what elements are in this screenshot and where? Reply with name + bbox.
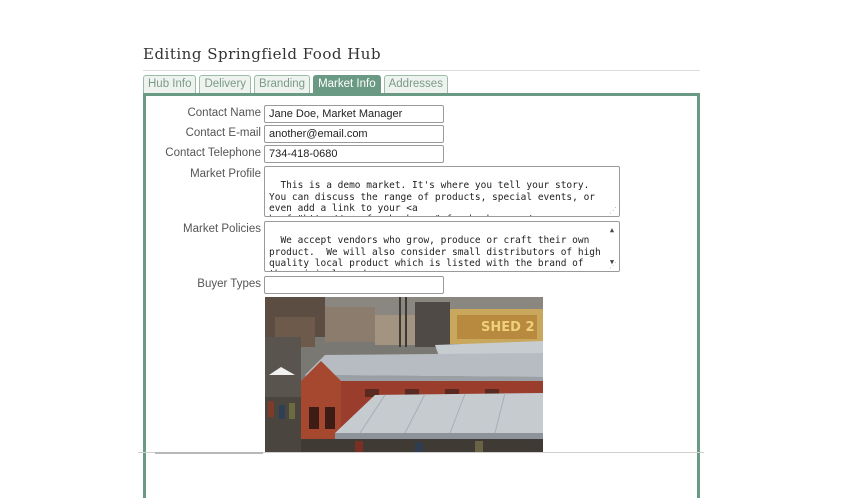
shed-sign-text: SHED 2 [481, 320, 535, 335]
market-profile-textarea[interactable]: This is a demo market. It's where you te… [264, 166, 620, 217]
tab-addresses[interactable]: Addresses [383, 75, 448, 93]
buyer-types-input[interactable] [264, 276, 444, 294]
contact-telephone-label: Contact Telephone [165, 147, 261, 159]
market-policies-text: We accept vendors who grow, produce or c… [269, 235, 601, 271]
buyer-types-label: Buyer Types [197, 278, 261, 290]
page-title: Editing Springfield Food Hub [143, 45, 382, 63]
market-photo-illustration: SHED 2 [265, 297, 543, 453]
tab-branding[interactable]: Branding [254, 75, 311, 93]
horizontal-scrollbar[interactable] [155, 452, 263, 454]
scroll-up-arrow-icon[interactable]: ▲ [606, 225, 618, 236]
tab-bar: Hub Info Delivery Branding Market Info A… [143, 75, 451, 93]
tab-market-info[interactable]: Market Info [313, 75, 381, 93]
market-profile-text: This is a demo market. It's where you te… [269, 180, 596, 216]
title-divider [143, 70, 700, 71]
market-policies-textarea[interactable]: We accept vendors who grow, produce or c… [264, 221, 620, 272]
resize-grip-icon[interactable]: ⋰ [609, 262, 617, 270]
contact-telephone-input[interactable]: 734-418-0680 [264, 145, 444, 163]
tab-delivery[interactable]: Delivery [199, 75, 252, 93]
market-profile-label: Market Profile [190, 168, 261, 180]
contact-email-label: Contact E-mail [185, 127, 261, 139]
contact-name-input[interactable]: Jane Doe, Market Manager [264, 105, 444, 123]
market-photo: SHED 2 [265, 297, 543, 453]
tab-hub-info[interactable]: Hub Info [143, 75, 197, 93]
resize-grip-icon[interactable]: ⋰ [609, 207, 617, 215]
contact-name-label: Contact Name [187, 107, 261, 119]
market-policies-label: Market Policies [183, 223, 261, 235]
contact-email-input[interactable]: another@email.com [264, 125, 444, 143]
